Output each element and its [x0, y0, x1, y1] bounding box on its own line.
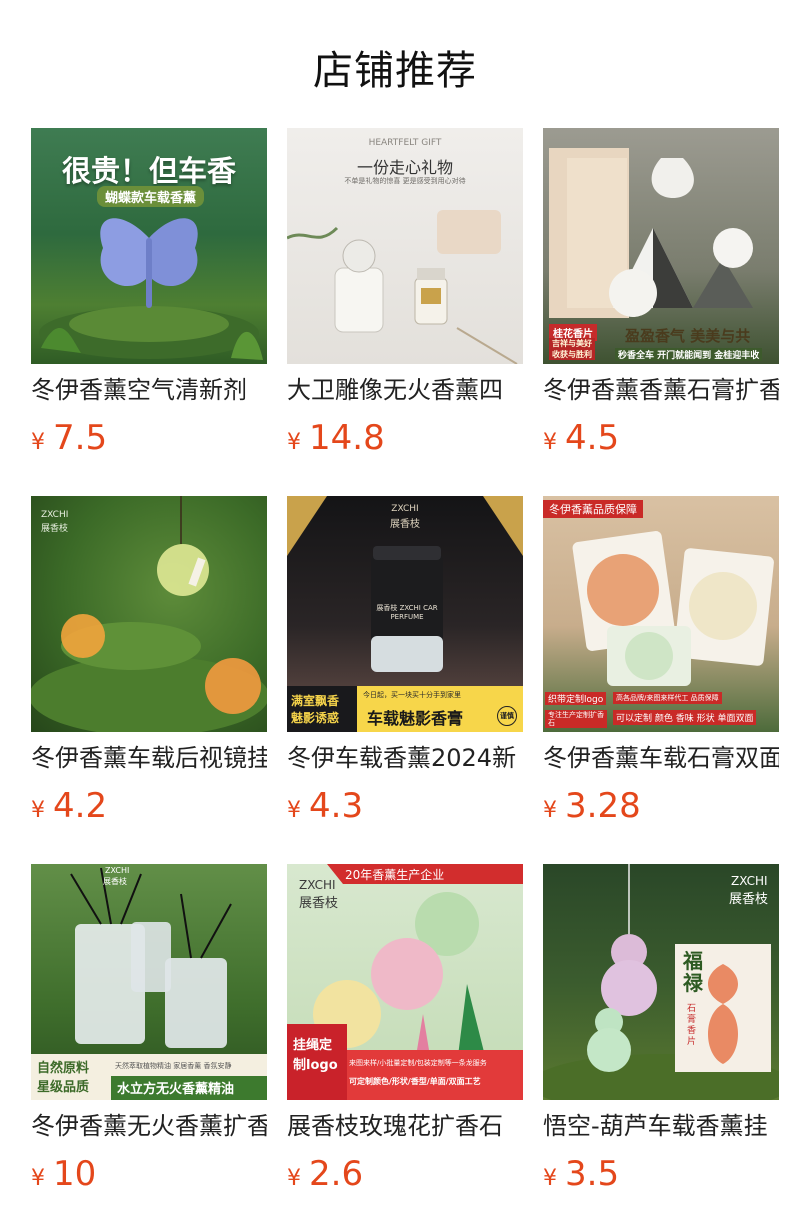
product-image[interactable]: ZXCHI 展香枝 展香枝 ZXCHI CAR PERFUME 满室飘香 魅影诱…	[287, 496, 523, 732]
image-strip2: 可定制颜色/形状/香型/单面/双面工艺	[349, 1077, 481, 1086]
image-small-text: HEARTFELT GIFT	[368, 138, 442, 148]
image-headline: 很贵！但车香	[61, 154, 236, 188]
brand-en: ZXCHI	[41, 510, 69, 520]
image-headline: 一份走心礼物	[356, 158, 453, 177]
product-card[interactable]: ZXCHI 展香枝 展香枝 ZXCHI CAR PERFUME 满室飘香 魅影诱…	[287, 496, 523, 864]
price-value: 2.6	[309, 1154, 364, 1194]
product-image[interactable]: 20年香薰生产企业 ZXCHI 展香枝 挂绳定 制logo 来图来样/小批量定制…	[287, 864, 523, 1100]
product-price: ¥ 4.3	[287, 786, 363, 826]
product-price: ¥ 10	[31, 1154, 96, 1194]
brand-en: ZXCHI	[105, 866, 130, 875]
image-seal: 谨慎	[497, 706, 517, 726]
brand-en: ZXCHI	[299, 878, 336, 892]
product-name[interactable]: 悟空-葫芦车载香薰挂	[543, 1110, 779, 1142]
image-small-text: 天然萃取植物精油 家居香薰 香氛安静	[115, 1062, 232, 1070]
product-card[interactable]: HEARTFELT GIFT 一份走心礼物 不单是礼物的惊喜 更是感受到用心对待…	[287, 128, 523, 496]
currency-symbol: ¥	[287, 1166, 301, 1191]
product-price: ¥ 4.5	[543, 418, 619, 458]
currency-symbol: ¥	[287, 430, 301, 455]
image-strip1: 来图来样/小批量定制/包装定制等一条龙服务	[349, 1059, 487, 1067]
image-top-banner: 20年香薰生产企业	[345, 868, 445, 882]
product-card[interactable]: 桂花香片 吉祥与美好 收获与胜利 盈盈香气 美美与共 秒香全车 开门就能闻到 金…	[543, 128, 779, 496]
image-top-banner: 冬伊香薰品质保障	[543, 500, 643, 518]
product-image[interactable]: HEARTFELT GIFT 一份走心礼物 不单是礼物的惊喜 更是感受到用心对待	[287, 128, 523, 364]
product-card[interactable]: ZXCHI 展香枝 自然原料 星级品质 天然萃取植物精油 家居香薰 香氛安静 水…	[31, 864, 267, 1232]
product-name[interactable]: 冬伊香薰无火香薰扩香	[31, 1110, 267, 1142]
image-subline: 石膏香片	[687, 1004, 697, 1047]
product-label: 展香枝 ZXCHI CAR PERFUME	[376, 604, 438, 621]
image-badge-sub1: 吉祥与美好	[549, 338, 595, 349]
product-name[interactable]: 冬伊香薰车载石膏双面	[543, 742, 779, 774]
page-title: 店铺推荐	[313, 48, 477, 94]
product-card[interactable]: 20年香薰生产企业 ZXCHI 展香枝 挂绳定 制logo 来图来样/小批量定制…	[287, 864, 523, 1232]
image-left-text2: 魅影诱惑	[291, 711, 340, 725]
price-value: 3.28	[565, 786, 641, 826]
image-left-tag2: 专注生产定制扩香石	[545, 710, 607, 728]
image-subline: 不单是礼物的惊喜 更是感受到用心对待	[344, 177, 466, 185]
image-headline: 福禄	[683, 949, 703, 995]
brand-cn: 展香枝	[41, 524, 69, 534]
image-subline: 蝴蝶款车载香薰	[97, 186, 205, 207]
product-grid: 很贵！但车香 蝴蝶款车载香薰 冬伊香薰空气清新剂 ¥ 7.5 HEARTFELT…	[31, 128, 779, 1232]
price-value: 3.5	[565, 1154, 620, 1194]
image-left-tag2: 制logo	[293, 1058, 338, 1073]
image-right-tag1: 高各品牌/来图来样代工 品质保障	[613, 692, 722, 704]
product-name[interactable]: 冬伊香薰香薰石膏扩香	[543, 374, 779, 406]
currency-symbol: ¥	[543, 430, 557, 455]
price-value: 10	[53, 1154, 97, 1194]
image-left-text1: 满室飘香	[291, 694, 340, 708]
brand-cn: 展香枝	[729, 892, 769, 907]
image-subline: 秒香全车 开门就能闻到 金桂迎丰收	[615, 348, 763, 361]
image-left-tag1: 织带定制logo	[545, 692, 607, 705]
product-image[interactable]: 桂花香片 吉祥与美好 收获与胜利 盈盈香气 美美与共 秒香全车 开门就能闻到 金…	[543, 128, 779, 364]
product-name[interactable]: 冬伊香薰车载后视镜挂	[31, 742, 267, 774]
image-small-text: 今日起，买一块买十分手到家里	[363, 691, 461, 699]
product-name[interactable]: 冬伊香薰空气清新剂	[31, 374, 267, 406]
brand-cn: 展香枝	[299, 896, 339, 911]
currency-symbol: ¥	[31, 430, 45, 455]
product-image[interactable]: 很贵！但车香 蝴蝶款车载香薰	[31, 128, 267, 364]
product-image[interactable]: ZXCHI 展香枝 福禄 石膏香片	[543, 864, 779, 1100]
product-image[interactable]: ZXCHI 展香枝	[31, 496, 267, 732]
currency-symbol: ¥	[287, 798, 301, 823]
product-card[interactable]: 冬伊香薰品质保障 织带定制logo 专注生产定制扩香石 高各品牌/来图来样代工 …	[543, 496, 779, 864]
product-image[interactable]: 冬伊香薰品质保障 织带定制logo 专注生产定制扩香石 高各品牌/来图来样代工 …	[543, 496, 779, 732]
product-price: ¥ 7.5	[31, 418, 107, 458]
image-right-tag2: 可以定制 颜色 香味 形状 单面双面	[613, 710, 757, 725]
image-headline: 盈盈香气 美美与共	[625, 327, 751, 345]
product-price: ¥ 2.6	[287, 1154, 363, 1194]
product-price: ¥ 4.2	[31, 786, 107, 826]
product-name[interactable]: 冬伊车载香薰2024新	[287, 742, 523, 774]
image-badge-sub2: 收获与胜利	[549, 349, 595, 360]
product-price: ¥ 14.8	[287, 418, 385, 458]
product-price: ¥ 3.28	[543, 786, 641, 826]
brand-cn: 展香枝	[103, 877, 127, 886]
product-card[interactable]: ZXCHI 展香枝 福禄 石膏香片 悟空-葫芦车载香薰挂 ¥ 3.5	[543, 864, 779, 1232]
product-name[interactable]: 展香枝玫瑰花扩香石	[287, 1110, 523, 1142]
currency-symbol: ¥	[543, 798, 557, 823]
product-name[interactable]: 大卫雕像无火香薰四	[287, 374, 523, 406]
brand-en: ZXCHI	[391, 504, 419, 514]
currency-symbol: ¥	[31, 1166, 45, 1191]
currency-symbol: ¥	[543, 1166, 557, 1191]
price-value: 4.3	[309, 786, 364, 826]
brand-en: ZXCHI	[731, 874, 768, 888]
price-value: 4.2	[53, 786, 108, 826]
image-left-tag1: 挂绳定	[293, 1038, 333, 1053]
product-card[interactable]: 很贵！但车香 蝴蝶款车载香薰 冬伊香薰空气清新剂 ¥ 7.5	[31, 128, 267, 496]
image-headline: 车载魅影香膏	[367, 709, 464, 728]
product-card[interactable]: ZXCHI 展香枝 冬伊香薰车载后视镜挂 ¥ 4.2	[31, 496, 267, 864]
product-image[interactable]: ZXCHI 展香枝 自然原料 星级品质 天然萃取植物精油 家居香薰 香氛安静 水…	[31, 864, 267, 1100]
price-value: 7.5	[53, 418, 108, 458]
image-headline: 水立方无火香薰精油	[117, 1082, 235, 1097]
image-left-text1: 自然原料	[37, 1061, 90, 1076]
currency-symbol: ¥	[31, 798, 45, 823]
image-left-text2: 星级品质	[37, 1080, 90, 1095]
price-value: 4.5	[565, 418, 620, 458]
product-price: ¥ 3.5	[543, 1154, 619, 1194]
price-value: 14.8	[309, 418, 385, 458]
brand-cn: 展香枝	[390, 519, 420, 530]
